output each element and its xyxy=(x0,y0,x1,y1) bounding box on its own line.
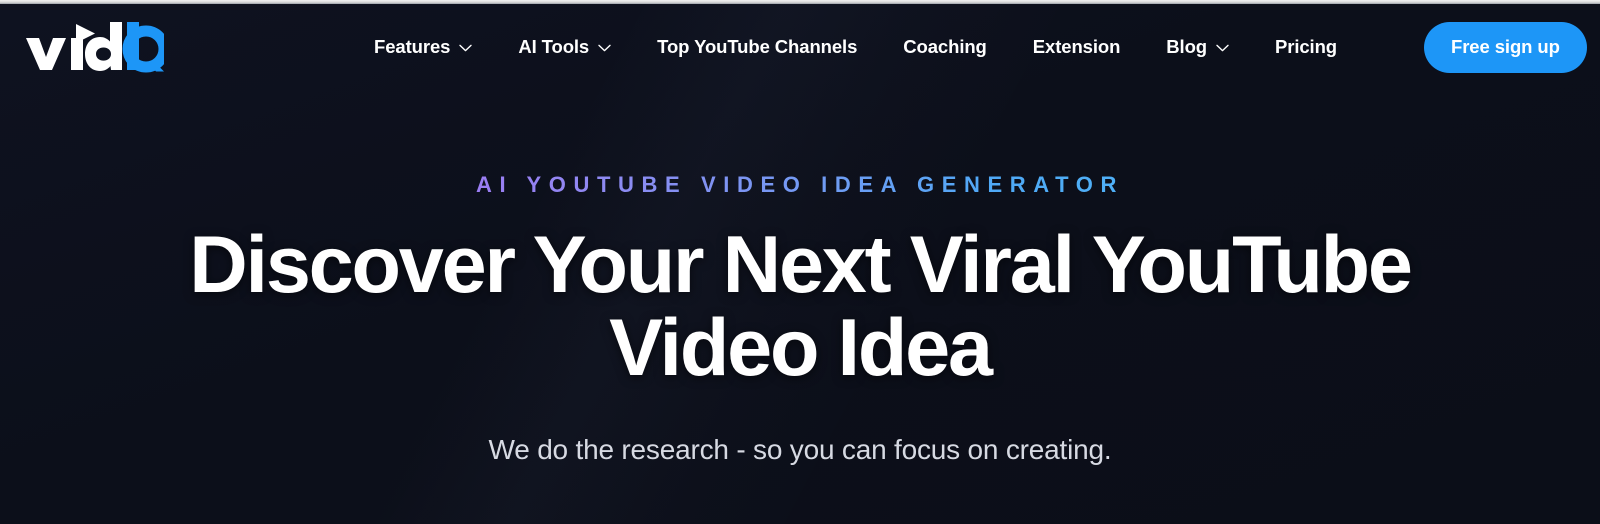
nav-item-top-youtube-channels[interactable]: Top YouTube Channels xyxy=(657,28,857,66)
headline-line-1: Discover Your Next Viral YouTube xyxy=(189,220,1413,310)
nav-item-label: Extension xyxy=(1032,36,1121,57)
headline-line-2: Video Idea xyxy=(609,303,993,393)
hero-eyebrow: AI YouTube Video Idea Generator xyxy=(476,172,1124,197)
nav-item-label: Features xyxy=(374,36,451,57)
hero-subtitle: We do the research - so you can focus on… xyxy=(488,434,1112,465)
chevron-down-icon xyxy=(598,44,611,52)
nav-item-label: Coaching xyxy=(903,36,987,57)
page-title: Discover Your Next Viral YouTube Video I… xyxy=(135,224,1465,390)
nav-item-label: Top YouTube Channels xyxy=(657,36,858,57)
browser-chrome-edge xyxy=(0,0,1600,4)
main-navigation: Features AI Tools Top YouTube Channels C… xyxy=(0,4,1600,90)
nav-item-label: AI Tools xyxy=(518,36,590,57)
hero-section: AI YouTube Video Idea Generator Discover… xyxy=(0,90,1600,495)
nav-item-extension[interactable]: Extension xyxy=(1033,28,1121,66)
nav-item-ai-tools[interactable]: AI Tools xyxy=(518,28,611,66)
free-sign-up-button[interactable]: Free sign up xyxy=(1424,21,1587,73)
nav-item-label: Pricing xyxy=(1274,36,1337,57)
page-root: Features AI Tools Top YouTube Channels C… xyxy=(0,0,1600,524)
nav-item-pricing[interactable]: Pricing xyxy=(1275,28,1337,66)
nav-item-blog[interactable]: Blog xyxy=(1166,28,1229,66)
nav-item-label: Blog xyxy=(1166,36,1207,57)
chevron-down-icon xyxy=(1216,44,1229,52)
vidiq-logo[interactable] xyxy=(24,19,174,75)
nav-item-features[interactable]: Features xyxy=(374,28,473,66)
nav-links: Features AI Tools Top YouTube Channels C… xyxy=(374,21,1600,73)
nav-item-coaching[interactable]: Coaching xyxy=(903,28,987,66)
chevron-down-icon xyxy=(459,44,473,52)
